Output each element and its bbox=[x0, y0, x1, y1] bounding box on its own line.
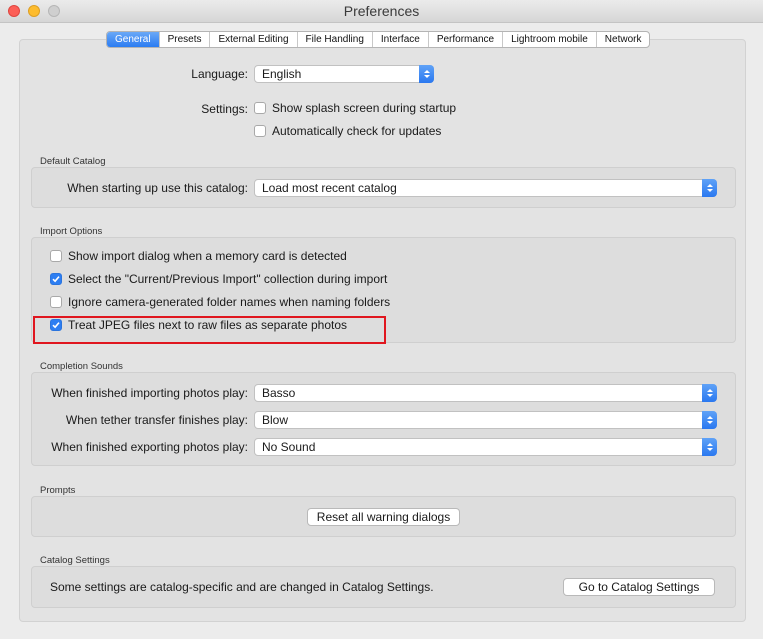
checkmark-icon bbox=[52, 276, 60, 283]
checkbox-box[interactable] bbox=[50, 273, 62, 285]
checkbox-box[interactable] bbox=[254, 102, 266, 114]
export-sound-select[interactable]: No Sound bbox=[254, 438, 717, 456]
select-arrows-icon bbox=[702, 384, 717, 402]
select-current-import-checkbox[interactable]: Select the "Current/Previous Import" col… bbox=[50, 272, 387, 286]
tab-general[interactable]: General bbox=[107, 32, 159, 47]
tab-interface[interactable]: Interface bbox=[371, 32, 428, 47]
ignore-folder-names-checkbox[interactable]: Ignore camera-generated folder names whe… bbox=[50, 295, 390, 309]
completion-sounds-title: Completion Sounds bbox=[40, 361, 123, 372]
tether-sound-label: When tether transfer finishes play: bbox=[65, 413, 248, 427]
checkbox-label: Show import dialog when a memory card is… bbox=[68, 249, 347, 263]
select-arrows-icon bbox=[419, 65, 434, 83]
select-arrows-icon bbox=[702, 179, 717, 197]
language-label: Language: bbox=[191, 67, 248, 81]
tab-external-editing[interactable]: External Editing bbox=[209, 32, 296, 47]
checkbox-box[interactable] bbox=[50, 296, 62, 308]
prompts-title: Prompts bbox=[40, 485, 76, 496]
tether-sound-select[interactable]: Blow bbox=[254, 411, 717, 429]
language-value: English bbox=[262, 67, 302, 81]
export-sound-value: No Sound bbox=[262, 440, 316, 454]
title-bar: Preferences bbox=[0, 0, 763, 23]
checkbox-label: Automatically check for updates bbox=[272, 124, 442, 138]
checkbox-box[interactable] bbox=[50, 250, 62, 262]
checkbox-label: Select the "Current/Previous Import" col… bbox=[68, 272, 388, 286]
checkbox-label: Show splash screen during startup bbox=[272, 101, 457, 115]
startup-catalog-label: When starting up use this catalog: bbox=[67, 181, 248, 195]
settings-label: Settings: bbox=[201, 102, 248, 116]
language-select[interactable]: English bbox=[254, 65, 434, 83]
tab-lightroom-mobile[interactable]: Lightroom mobile bbox=[502, 32, 596, 47]
default-catalog-title: Default Catalog bbox=[40, 156, 106, 167]
checkbox-label: Ignore camera-generated folder names whe… bbox=[68, 295, 391, 309]
import-options-title: Import Options bbox=[40, 226, 103, 237]
tab-presets[interactable]: Presets bbox=[158, 32, 210, 47]
go-to-catalog-settings-button[interactable]: Go to Catalog Settings bbox=[563, 578, 715, 596]
import-sound-select[interactable]: Basso bbox=[254, 384, 717, 402]
tab-bar: General Presets External Editing File Ha… bbox=[106, 31, 651, 48]
select-arrows-icon bbox=[702, 438, 717, 456]
highlight-box bbox=[33, 316, 386, 344]
import-sound-value: Basso bbox=[262, 386, 296, 400]
reset-warning-dialogs-button[interactable]: Reset all warning dialogs bbox=[307, 508, 460, 526]
tether-sound-value: Blow bbox=[262, 413, 289, 427]
startup-catalog-value: Load most recent catalog bbox=[262, 181, 397, 195]
tab-network[interactable]: Network bbox=[595, 32, 650, 47]
select-arrows-icon bbox=[702, 411, 717, 429]
catalog-settings-text: Some settings are catalog-specific and a… bbox=[50, 580, 434, 594]
checkbox-box[interactable] bbox=[254, 125, 266, 137]
import-sound-label: When finished importing photos play: bbox=[51, 386, 248, 400]
startup-catalog-select[interactable]: Load most recent catalog bbox=[254, 179, 717, 197]
export-sound-label: When finished exporting photos play: bbox=[51, 440, 248, 454]
tab-file-handling[interactable]: File Handling bbox=[296, 32, 372, 47]
check-updates-checkbox[interactable]: Automatically check for updates bbox=[254, 124, 441, 138]
catalog-settings-title: Catalog Settings bbox=[40, 555, 110, 566]
window-title: Preferences bbox=[343, 3, 420, 19]
show-import-dialog-checkbox[interactable]: Show import dialog when a memory card is… bbox=[50, 249, 347, 263]
splash-screen-checkbox[interactable]: Show splash screen during startup bbox=[254, 101, 456, 115]
tab-performance[interactable]: Performance bbox=[427, 32, 502, 47]
